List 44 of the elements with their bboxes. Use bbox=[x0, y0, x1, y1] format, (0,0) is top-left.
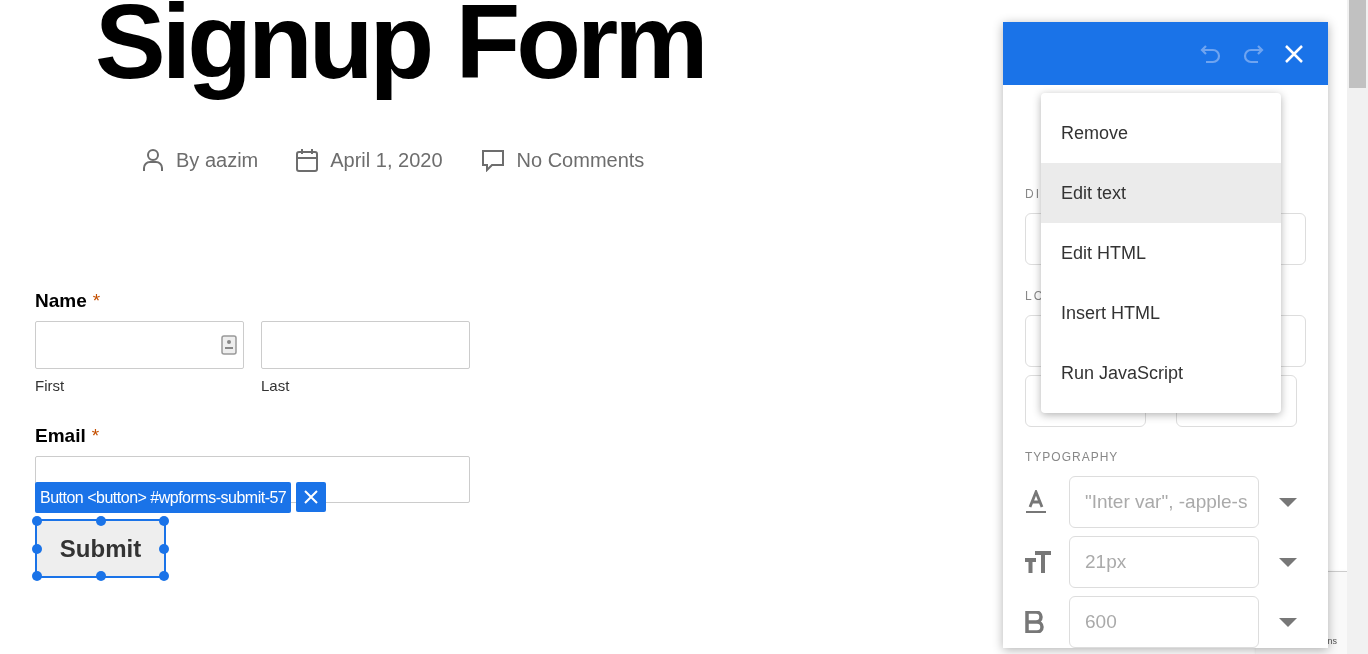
resize-handle[interactable] bbox=[32, 516, 42, 526]
submit-button[interactable]: Submit bbox=[37, 521, 164, 576]
contact-card-icon[interactable] bbox=[221, 334, 237, 355]
post-comments[interactable]: No Comments bbox=[516, 145, 645, 175]
post-author[interactable]: By aazim bbox=[176, 145, 259, 175]
close-button[interactable] bbox=[296, 482, 327, 512]
menu-item[interactable]: Edit HTML bbox=[1041, 223, 1281, 283]
section-heading: DI bbox=[1025, 186, 1041, 203]
resize-handle[interactable] bbox=[159, 571, 169, 581]
required-mark: * bbox=[92, 289, 101, 313]
close-icon[interactable] bbox=[1284, 43, 1304, 64]
person-icon bbox=[142, 148, 164, 172]
menu-item[interactable]: Edit text bbox=[1041, 163, 1281, 223]
dropdown-arrow-icon[interactable] bbox=[1279, 617, 1297, 627]
menu-item[interactable]: Remove bbox=[1041, 103, 1281, 163]
resize-handle[interactable] bbox=[32, 571, 42, 581]
close-icon bbox=[303, 489, 320, 505]
resize-handle[interactable] bbox=[95, 516, 106, 526]
post-title: Signup Form bbox=[95, 0, 705, 102]
sublabel: First bbox=[35, 375, 66, 396]
dropdown-arrow-icon[interactable] bbox=[1279, 497, 1297, 507]
text-color-icon bbox=[1025, 490, 1047, 514]
post-date[interactable]: April 1, 2020 bbox=[330, 145, 443, 175]
section-heading: TYPOGRAPHY bbox=[1025, 449, 1120, 466]
last-name-field[interactable] bbox=[261, 320, 470, 369]
bold-icon bbox=[1025, 611, 1045, 633]
first-name-field[interactable] bbox=[35, 320, 244, 369]
field-label: Name bbox=[35, 289, 87, 313]
dropdown-arrow-icon[interactable] bbox=[1279, 557, 1297, 567]
required-mark: * bbox=[91, 424, 100, 448]
badge-text: ns bbox=[1327, 634, 1337, 648]
resize-handle[interactable] bbox=[159, 543, 169, 554]
resize-handle[interactable] bbox=[159, 516, 169, 526]
scrollbar[interactable] bbox=[1347, 0, 1368, 654]
menu-item[interactable]: Insert HTML bbox=[1041, 283, 1281, 343]
field-label: Email bbox=[35, 424, 86, 448]
resize-handle[interactable] bbox=[95, 571, 106, 581]
menu-item[interactable]: Run JavaScript bbox=[1041, 343, 1281, 403]
resize-handle[interactable] bbox=[32, 543, 42, 554]
text-size-icon bbox=[1025, 551, 1051, 573]
element-tooltip: Button <button> #wpforms-submit-57 bbox=[35, 482, 292, 513]
sublabel: Last bbox=[261, 375, 291, 396]
calendar-icon bbox=[296, 148, 319, 172]
speech-bubble-icon bbox=[480, 148, 505, 172]
